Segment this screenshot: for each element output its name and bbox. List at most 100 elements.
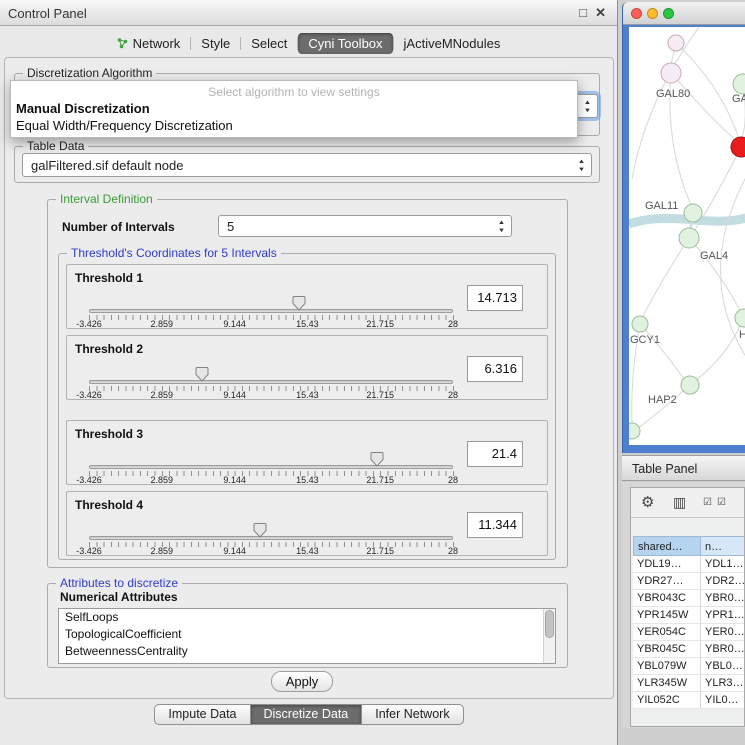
table-cell[interactable]: YLR345W bbox=[633, 675, 701, 692]
threshold-slider[interactable] bbox=[89, 465, 453, 469]
table-cell[interactable]: YDL1… bbox=[701, 556, 745, 573]
network-graph: GAL80GAGAL11GAL4GCY1HHAP2 bbox=[629, 27, 745, 445]
threshold-value-field[interactable]: 14.713 bbox=[467, 285, 523, 311]
table-row[interactable]: YER054CYER0… bbox=[633, 624, 745, 641]
columns-icon[interactable]: ▥ bbox=[673, 494, 686, 511]
table-row[interactable]: YDR27…YDR2… bbox=[633, 573, 745, 590]
bottom-tab-bar: Impute DataDiscretize DataInfer Network bbox=[0, 704, 618, 725]
table-cell[interactable]: YBL079W bbox=[633, 658, 701, 675]
network-node[interactable] bbox=[668, 35, 684, 51]
tab-network[interactable]: Network bbox=[107, 33, 191, 54]
attribute-item-betweennesscentrality[interactable]: BetweennessCentrality bbox=[59, 643, 555, 660]
network-node-hap2[interactable] bbox=[681, 376, 699, 394]
scrollbar[interactable] bbox=[543, 609, 555, 663]
bottom-tab-impute-data[interactable]: Impute Data bbox=[154, 704, 250, 725]
network-edge[interactable] bbox=[671, 73, 737, 141]
table-cell[interactable]: YDR2… bbox=[701, 573, 745, 590]
tab-style[interactable]: Style bbox=[191, 33, 240, 54]
table-cell[interactable]: YIL052C bbox=[633, 692, 701, 709]
attribute-item-topologicalcoefficient[interactable]: TopologicalCoefficient bbox=[59, 626, 555, 643]
column-header[interactable]: n… bbox=[701, 536, 745, 556]
network-node[interactable] bbox=[629, 423, 640, 439]
gear-icon[interactable]: ⚙ bbox=[641, 493, 654, 511]
network-node-h[interactable] bbox=[735, 309, 745, 327]
slider-thumb[interactable] bbox=[292, 295, 306, 311]
table-cell[interactable]: YBR0… bbox=[701, 590, 745, 607]
network-edge[interactable] bbox=[638, 385, 690, 428]
network-node-ga[interactable] bbox=[733, 74, 745, 94]
threshold-slider[interactable] bbox=[89, 309, 453, 313]
number-of-intervals-select[interactable]: 5 ▲▼ bbox=[218, 215, 512, 237]
network-node[interactable] bbox=[731, 137, 745, 157]
network-edge[interactable] bbox=[642, 238, 689, 318]
slider-thumb[interactable] bbox=[253, 522, 267, 538]
network-node-gal4[interactable] bbox=[679, 228, 699, 248]
popup-option-equal-width-frequency[interactable]: Equal Width/Frequency Discretization bbox=[11, 116, 577, 133]
slider-scale-label: 15.43 bbox=[296, 390, 319, 400]
minimize-icon[interactable]: □ bbox=[579, 5, 587, 20]
threshold-value-field[interactable]: 11.344 bbox=[467, 512, 523, 538]
table-row[interactable]: YPR145WYPR1… bbox=[633, 607, 745, 624]
attributes-list[interactable]: SelfLoopsTopologicalCoefficientBetweenne… bbox=[58, 608, 556, 664]
popup-option-manual-discretization[interactable]: Manual Discretization bbox=[11, 99, 577, 116]
table-cell[interactable]: YER0… bbox=[701, 624, 745, 641]
table-cell[interactable]: YPR145W bbox=[633, 607, 701, 624]
table-row[interactable]: YDL19…YDL1… bbox=[633, 556, 745, 573]
table-row[interactable]: YBR045CYBR0… bbox=[633, 641, 745, 658]
tab-label: Style bbox=[201, 36, 230, 51]
control-panel-window: Control Panel □ ✕ NetworkStyleSelectCyni… bbox=[0, 0, 618, 745]
desktop: Control Panel □ ✕ NetworkStyleSelectCyni… bbox=[0, 0, 745, 745]
slider-thumb[interactable] bbox=[370, 451, 384, 467]
tab-jactivemnodules[interactable]: jActiveMNodules bbox=[394, 33, 511, 54]
close-icon[interactable]: ✕ bbox=[595, 5, 606, 21]
zoom-traffic-light[interactable] bbox=[663, 8, 674, 19]
column-header[interactable]: shared… bbox=[633, 536, 701, 556]
table-cell[interactable]: YDR27… bbox=[633, 573, 701, 590]
slider-thumb[interactable] bbox=[195, 366, 209, 382]
slider-scale-label: 9.144 bbox=[223, 475, 246, 485]
table-cell[interactable]: YBR043C bbox=[633, 590, 701, 607]
threshold-slider[interactable] bbox=[89, 536, 453, 540]
minimize-traffic-light[interactable] bbox=[647, 8, 658, 19]
tab-cyni-toolbox[interactable]: Cyni Toolbox bbox=[298, 33, 392, 54]
network-icon bbox=[117, 38, 128, 49]
scrollbar-thumb[interactable] bbox=[545, 610, 554, 638]
bottom-tab-discretize-data[interactable]: Discretize Data bbox=[250, 704, 363, 725]
network-node-gal80[interactable] bbox=[661, 63, 681, 83]
table-cell[interactable]: YBL0… bbox=[701, 658, 745, 675]
tab-label: Network bbox=[133, 36, 181, 51]
slider-scale-label: 9.144 bbox=[223, 546, 246, 556]
table-cell[interactable]: YBR0… bbox=[701, 641, 745, 658]
node-label: HAP2 bbox=[648, 394, 677, 406]
apply-button[interactable]: Apply bbox=[271, 671, 333, 692]
network-node-gcy1[interactable] bbox=[632, 316, 648, 332]
table-row[interactable]: YBR043CYBR0… bbox=[633, 590, 745, 607]
threshold-slider[interactable] bbox=[89, 380, 453, 384]
threshold-value-field[interactable]: 6.316 bbox=[467, 356, 523, 382]
table-cell[interactable]: YIL0… bbox=[701, 692, 745, 709]
table-row[interactable]: YLR345WYLR3… bbox=[633, 675, 745, 692]
network-canvas[interactable]: GAL80GAGAL11GAL4GCY1HHAP2 bbox=[629, 27, 745, 445]
network-edge[interactable] bbox=[640, 324, 684, 379]
tab-select[interactable]: Select bbox=[241, 33, 297, 54]
threshold-label: Threshold 3 bbox=[75, 427, 143, 441]
table-row[interactable]: YBL079WYBL0… bbox=[633, 658, 745, 675]
table-cell[interactable]: YLR3… bbox=[701, 675, 745, 692]
bottom-tab-infer-network[interactable]: Infer Network bbox=[361, 704, 463, 725]
checkbox-icon[interactable]: ☑ bbox=[703, 497, 712, 508]
table-cell[interactable]: YDL19… bbox=[633, 556, 701, 573]
table-panel-header: Table Panel bbox=[622, 455, 745, 481]
popup-prompt: Select algorithm to view settings bbox=[11, 81, 577, 99]
table-cell[interactable]: YER054C bbox=[633, 624, 701, 641]
table-cell[interactable]: YPR1… bbox=[701, 607, 745, 624]
table-cell[interactable]: YBR045C bbox=[633, 641, 701, 658]
close-traffic-light[interactable] bbox=[631, 8, 642, 19]
attribute-item-selfloops[interactable]: SelfLoops bbox=[59, 609, 555, 626]
checkbox-icon[interactable]: ☑ bbox=[717, 497, 726, 508]
table-row[interactable]: YIL052CYIL0… bbox=[633, 692, 745, 709]
threshold-value-field[interactable]: 21.4 bbox=[467, 441, 523, 467]
network-edge[interactable] bbox=[632, 27, 699, 179]
network-node-gal11[interactable] bbox=[684, 204, 702, 222]
table-data-select[interactable]: galFiltered.sif default node ▲▼ bbox=[22, 153, 592, 177]
slider-scale: -3.4262.8599.14415.4321.71528 bbox=[67, 319, 549, 329]
